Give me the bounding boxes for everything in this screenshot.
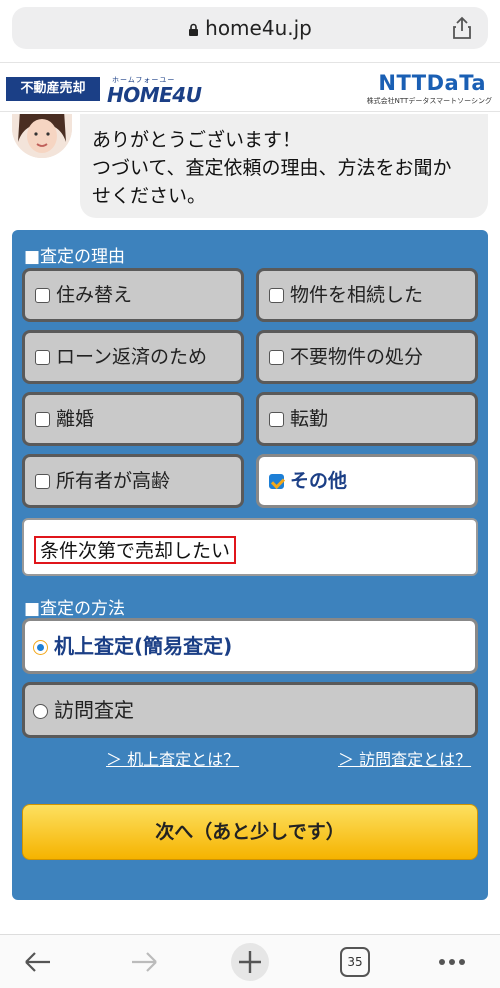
address-bar[interactable]: home4u.jp — [12, 7, 488, 49]
other-reason-input[interactable]: 条件次第で売却したい — [22, 518, 478, 576]
reason-option-label: 離婚 — [56, 408, 95, 430]
operator-avatar — [12, 114, 72, 158]
method-section-title: ■査定の方法 — [24, 599, 126, 619]
reason-option-label: ローン返済のため — [56, 346, 208, 368]
reason-option-label: 不要物件の処分 — [290, 346, 424, 368]
home4u-logo[interactable]: HOME4U — [107, 83, 202, 107]
other-reason-value: 条件次第で売却したい — [34, 536, 237, 564]
site-header: 不動産売却 ホームフォーユー HOME4U NTTDaTa 株式会社NTTデータ… — [0, 62, 500, 112]
checkbox-icon — [269, 288, 284, 303]
method-option-label: 訪問査定 — [54, 698, 134, 722]
url-text: home4u.jp — [205, 16, 312, 40]
method-option-desk[interactable]: 机上査定(簡易査定) — [22, 618, 478, 674]
radio-selected-icon — [33, 640, 48, 655]
browser-toolbar: 35 — [0, 934, 500, 988]
reason-option-moving[interactable]: 住み替え — [22, 268, 244, 322]
more-options-icon[interactable] — [436, 947, 468, 977]
method-option-label: 机上査定(簡易査定) — [54, 634, 233, 658]
reason-section-title: ■査定の理由 — [24, 247, 126, 267]
reason-option-label: 住み替え — [56, 284, 133, 306]
reason-option-label: 所有者が高齢 — [56, 470, 171, 492]
reason-option-label: 物件を相続した — [290, 284, 424, 306]
checkbox-icon — [269, 350, 284, 365]
share-icon[interactable] — [452, 16, 472, 40]
reason-option-disposal[interactable]: 不要物件の処分 — [256, 330, 478, 384]
checkbox-icon — [35, 412, 50, 427]
desk-assessment-info-link[interactable]: ＞ 机上査定とは？ — [106, 746, 239, 770]
method-option-visit[interactable]: 訪問査定 — [22, 682, 478, 738]
chat-message-bubble: ありがとうございます！ つづいて、査定依頼の理由、方法をお聞か せください。 — [80, 114, 488, 218]
reason-option-other[interactable]: その他 — [256, 454, 478, 508]
checkbox-icon — [35, 474, 50, 489]
next-button[interactable]: 次へ（あと少しです） — [22, 804, 478, 860]
reason-option-label: その他 — [290, 470, 348, 492]
nttdata-logo: NTTDaTa — [378, 71, 486, 95]
reason-option-divorce[interactable]: 離婚 — [22, 392, 244, 446]
chat-line-2: つづいて、査定依頼の理由、方法をお聞か — [92, 157, 452, 179]
back-arrow-icon[interactable] — [22, 947, 54, 977]
reason-option-elderly-owner[interactable]: 所有者が高齢 — [22, 454, 244, 508]
browser-address-area: home4u.jp — [0, 0, 500, 62]
nttdata-company-name: 株式会社NTTデータスマートソーシング — [366, 97, 492, 105]
reason-option-loan[interactable]: ローン返済のため — [22, 330, 244, 384]
assessment-form-panel: ■査定の理由 住み替え 物件を相続した ローン返済のため 不要物件の処分 離婚 … — [12, 230, 488, 900]
new-tab-plus-icon[interactable] — [228, 942, 272, 982]
reason-option-inherited[interactable]: 物件を相続した — [256, 268, 478, 322]
visit-assessment-info-link[interactable]: ＞ 訪問査定とは？ — [338, 746, 471, 770]
checkbox-icon — [269, 412, 284, 427]
real-estate-sale-badge: 不動産売却 — [6, 77, 100, 101]
radio-icon — [33, 704, 48, 719]
url-display[interactable]: home4u.jp — [12, 16, 488, 40]
checkbox-icon — [35, 288, 50, 303]
reason-option-transfer[interactable]: 転勤 — [256, 392, 478, 446]
tabs-count-button[interactable]: 35 — [340, 947, 370, 977]
chat-line-3: せください。 — [92, 185, 207, 207]
checkbox-checked-icon — [269, 474, 284, 489]
operator-avatar-image — [12, 114, 72, 158]
chat-line-1: ありがとうございます！ — [92, 129, 302, 151]
forward-arrow-icon[interactable] — [128, 947, 160, 977]
reason-option-label: 転勤 — [290, 408, 329, 430]
checkbox-icon — [35, 350, 50, 365]
lock-icon — [189, 23, 199, 36]
